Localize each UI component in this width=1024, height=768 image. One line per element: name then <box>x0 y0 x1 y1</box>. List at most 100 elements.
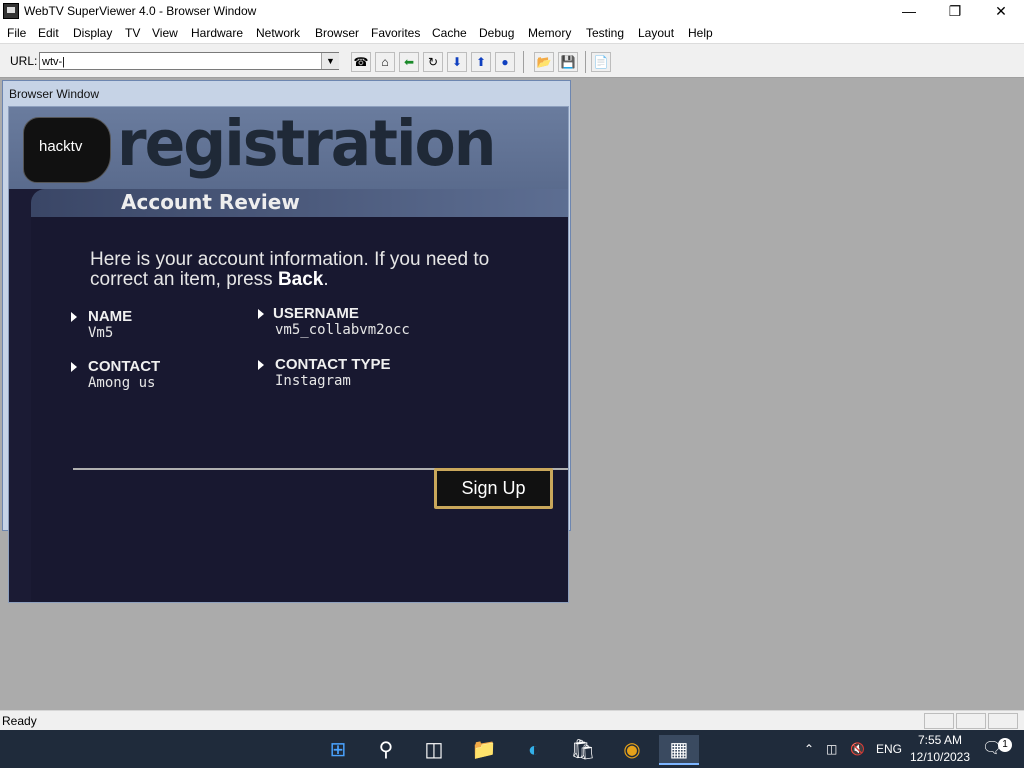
url-input[interactable] <box>39 52 339 70</box>
menu-layout[interactable]: Layout <box>638 26 674 40</box>
reload-button[interactable]: ↻ <box>423 52 443 72</box>
app-icon[interactable] <box>3 3 19 19</box>
page-title: registration <box>117 107 496 181</box>
bullet-arrow-icon <box>258 309 264 319</box>
document-icon: 📄 <box>593 55 609 69</box>
home-icon: ⌂ <box>381 55 389 69</box>
menu-bar: File Edit Display TV View Hardware Netwo… <box>0 23 1024 43</box>
arrow-down-icon: ⬇ <box>451 55 463 69</box>
store-button[interactable]: 🛍 <box>563 735 603 765</box>
section-title: Account Review <box>121 190 300 214</box>
clock-time: 7:55 AM <box>917 733 963 747</box>
menu-hardware[interactable]: Hardware <box>191 26 243 40</box>
arrow-up-icon: ⬆ <box>475 55 487 69</box>
file-explorer-button[interactable]: 📁 <box>464 735 504 765</box>
menu-file[interactable]: File <box>7 26 26 40</box>
menu-memory[interactable]: Memory <box>528 26 571 40</box>
back-button[interactable]: ⬅ <box>399 52 419 72</box>
view-source-button[interactable]: 📄 <box>591 52 611 72</box>
menu-favorites[interactable]: Favorites <box>371 26 420 40</box>
intro-back-word: Back <box>277 269 324 290</box>
close-button[interactable]: ✕ <box>978 0 1024 23</box>
field-value-name: Vm5 <box>88 325 114 341</box>
menu-cache[interactable]: Cache <box>432 26 467 40</box>
minimize-button[interactable]: — <box>886 0 932 23</box>
edge-button[interactable]: ◐ <box>514 735 554 765</box>
chrome-icon: ◉ <box>623 739 641 761</box>
arrow-left-icon: ⬅ <box>403 55 415 69</box>
browser-window-title: Browser Window <box>9 87 100 101</box>
bullet-arrow-icon <box>258 360 264 370</box>
language-indicator[interactable]: ENG <box>876 730 902 768</box>
intro-text: Here is your account information. If you… <box>90 250 550 290</box>
search-button[interactable]: ⚲ <box>366 735 406 765</box>
sign-up-button[interactable]: Sign Up <box>434 468 553 509</box>
menu-display[interactable]: Display <box>73 26 112 40</box>
folder-icon: 📂 <box>536 55 552 69</box>
menu-network[interactable]: Network <box>256 26 300 40</box>
bullet-arrow-icon <box>71 362 77 372</box>
superviewer-icon: ▦ <box>669 739 689 761</box>
menu-browser[interactable]: Browser <box>315 26 359 40</box>
scroll-down-button[interactable]: ⬇ <box>447 52 467 72</box>
connect-button[interactable]: ☎ <box>351 52 371 72</box>
hacktv-logo: hacktv <box>23 117 111 183</box>
status-pane <box>924 713 954 729</box>
menu-tv[interactable]: TV <box>125 26 140 40</box>
search-icon: ⚲ <box>378 739 394 761</box>
field-value-username: vm5_collabvm2occ <box>275 322 410 338</box>
scroll-up-button[interactable]: ⬆ <box>471 52 491 72</box>
status-pane <box>988 713 1018 729</box>
toolbar: URL: ▼ ☎ ⌂ ⬅ ↻ ⬇ ⬆ ● 📂 💾 📄 <box>0 43 1024 78</box>
status-text: Ready <box>2 714 37 728</box>
webtv-page: hacktv registration Account Review Here … <box>8 106 569 603</box>
field-label-username: USERNAME <box>273 305 359 322</box>
browser-window: Browser Window hacktv registration Accou… <box>2 80 571 603</box>
menu-edit[interactable]: Edit <box>38 26 59 40</box>
field-label-contact: CONTACT <box>88 358 161 375</box>
field-label-contact-type: CONTACT TYPE <box>275 356 391 373</box>
superviewer-taskbar-button[interactable]: ▦ <box>659 735 699 765</box>
task-view-button[interactable]: ◫ <box>414 735 454 765</box>
field-value-contact-type: Instagram <box>275 373 351 389</box>
bullet-arrow-icon <box>71 312 77 322</box>
windows-icon: ⊞ <box>329 739 347 761</box>
menu-debug[interactable]: Debug <box>479 26 514 40</box>
show-hidden-icons-button[interactable]: ⌃ <box>804 730 814 768</box>
menu-help[interactable]: Help <box>688 26 713 40</box>
menu-view[interactable]: View <box>152 26 178 40</box>
status-bar: Ready <box>0 710 1024 730</box>
restore-button[interactable]: ❐ <box>932 0 978 23</box>
home-button[interactable]: ⌂ <box>375 52 395 72</box>
toolbar-separator <box>585 51 586 73</box>
chevron-down-icon: ▼ <box>326 56 335 66</box>
section-band <box>31 189 568 217</box>
status-pane <box>956 713 986 729</box>
title-bar: WebTV SuperViewer 4.0 - Browser Window —… <box>0 0 1024 23</box>
store-icon: 🛍 <box>570 739 596 761</box>
open-button[interactable]: 📂 <box>534 52 554 72</box>
window-title: WebTV SuperViewer 4.0 - Browser Window <box>24 4 257 18</box>
field-value-contact: Among us <box>88 375 156 391</box>
intro-period: . <box>323 269 329 290</box>
stop-button[interactable]: ● <box>495 52 515 72</box>
start-button[interactable]: ⊞ <box>318 735 358 765</box>
save-button[interactable]: 💾 <box>558 52 578 72</box>
field-label-name: NAME <box>88 308 133 325</box>
url-label: URL: <box>10 54 38 68</box>
phone-icon: ☎ <box>353 55 369 69</box>
clock[interactable]: 7:55 AM 12/10/2023 <box>908 732 972 766</box>
network-icon[interactable]: ◫ <box>826 730 837 768</box>
toolbar-separator <box>523 51 524 73</box>
circle-icon: ● <box>501 55 509 69</box>
logo-text: hacktv <box>39 138 83 155</box>
chrome-button[interactable]: ◉ <box>612 735 652 765</box>
edge-icon: ◐ <box>527 739 541 761</box>
url-dropdown-button[interactable]: ▼ <box>321 53 339 69</box>
folder-icon: 📁 <box>471 739 497 761</box>
taskbar: ⊞ ⚲ ◫ 📁 ◐ 🛍 ◉ ▦ ⌃ ◫ 🔇 ENG 7:55 AM 12/10/… <box>0 730 1024 768</box>
floppy-icon: 💾 <box>560 55 576 69</box>
task-view-icon: ◫ <box>424 739 444 761</box>
volume-muted-icon[interactable]: 🔇 <box>850 730 865 768</box>
menu-testing[interactable]: Testing <box>586 26 624 40</box>
